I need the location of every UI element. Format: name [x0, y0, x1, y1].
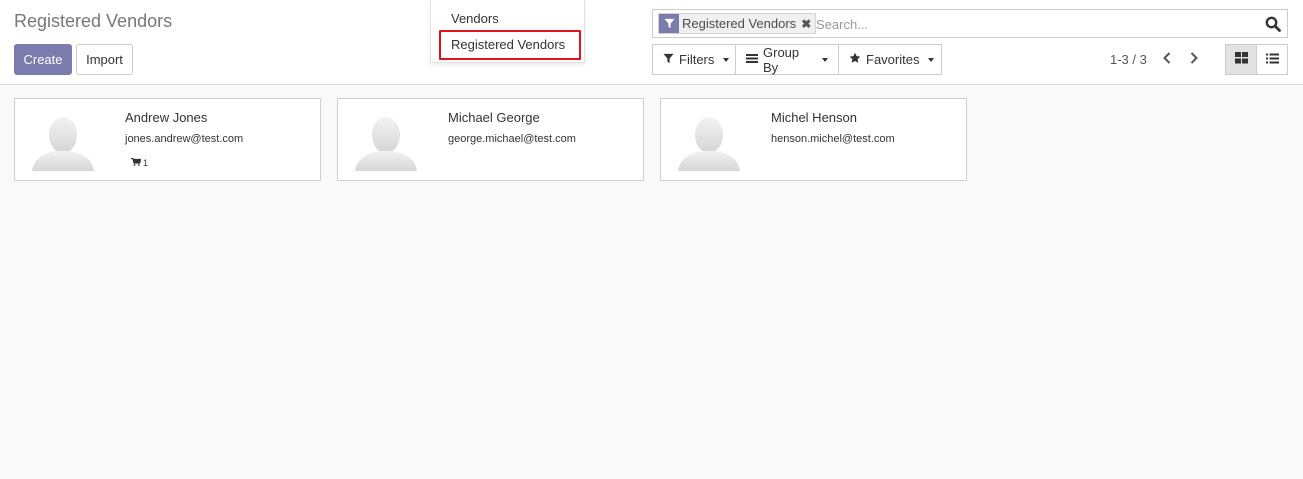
vendor-card[interactable]: Andrew Jones jones.andrew@test.com 1 — [14, 98, 321, 181]
vendor-email: henson.michel@test.com — [771, 133, 895, 145]
star-icon — [849, 52, 861, 67]
vendor-name: Andrew Jones — [125, 110, 208, 125]
favorites-label: Favorites — [866, 52, 920, 67]
chevron-left-icon[interactable] — [1159, 49, 1175, 67]
filters-button[interactable]: Filters — [652, 44, 736, 75]
kanban-view-button[interactable] — [1225, 44, 1257, 75]
chevron-right-icon[interactable] — [1186, 49, 1202, 67]
grid-icon — [1234, 52, 1248, 67]
caret-down-icon — [723, 57, 730, 62]
group-by-button[interactable]: Group By — [735, 44, 839, 75]
bars-icon — [746, 52, 758, 67]
page-title: Registered Vendors — [14, 11, 173, 31]
vendor-card[interactable]: Michel Henson henson.michel@test.com — [660, 98, 967, 181]
filter-dropdown-menu: Vendors Registered Vendors — [430, 0, 585, 63]
dropdown-item-vendors[interactable]: Vendors — [431, 7, 584, 29]
list-icon — [1265, 52, 1279, 67]
shopping-cart-icon — [131, 157, 142, 168]
vendor-name: Michael George — [448, 110, 540, 125]
caret-down-icon — [928, 57, 935, 62]
group-by-label: Group By — [763, 44, 800, 75]
filter-icon — [663, 52, 674, 67]
search-input[interactable] — [816, 14, 1236, 34]
control-panel: Registered Vendors Create Import Registe… — [0, 0, 1303, 85]
search-facet-label: Registered Vendors — [682, 16, 797, 31]
avatar-placeholder-icon — [32, 111, 94, 171]
cart-count: 1 — [143, 158, 149, 168]
vendor-card[interactable]: Michael George george.michael@test.com — [337, 98, 644, 181]
caret-down-icon — [822, 57, 828, 62]
import-button[interactable]: Import — [76, 44, 133, 75]
close-icon[interactable]: ✖ — [801, 14, 815, 33]
avatar-placeholder-icon — [355, 111, 417, 171]
search-bar[interactable]: Registered Vendors ✖ — [652, 9, 1288, 38]
pager-value[interactable]: 1-3 / 3 — [1110, 52, 1147, 67]
vendor-email: george.michael@test.com — [448, 133, 576, 145]
list-view-button[interactable] — [1256, 44, 1288, 75]
dropdown-item-registered-vendors[interactable]: Registered Vendors — [431, 33, 584, 55]
search-icon[interactable] — [1265, 16, 1281, 32]
vendor-email: jones.andrew@test.com — [125, 133, 244, 145]
avatar-placeholder-icon — [678, 111, 740, 171]
favorites-button[interactable]: Favorites — [838, 44, 942, 75]
filters-label: Filters — [679, 52, 715, 67]
filter-icon — [659, 14, 679, 33]
search-facet: Registered Vendors ✖ — [658, 13, 817, 34]
vendor-name: Michel Henson — [771, 110, 857, 125]
cart-badge: 1 — [131, 157, 149, 168]
create-button[interactable]: Create — [14, 44, 72, 75]
